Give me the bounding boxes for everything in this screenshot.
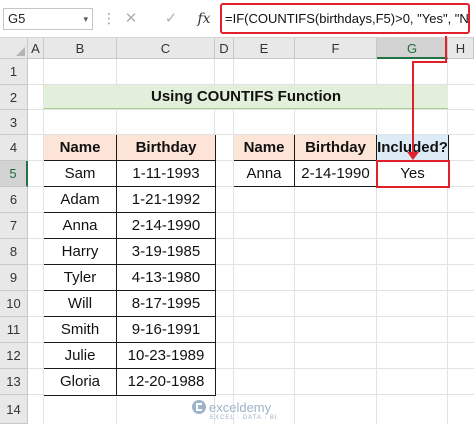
gridline — [294, 59, 295, 424]
birthdays-name-cell[interactable]: Sam — [44, 161, 117, 187]
row-header-3[interactable]: 3 — [0, 110, 28, 135]
birthdays-header-name[interactable]: Name — [44, 135, 117, 161]
column-header-f[interactable]: F — [295, 38, 377, 59]
row-header-6[interactable]: 6 — [0, 187, 28, 213]
birthdays-name-cell[interactable]: Smith — [44, 317, 117, 343]
lookup-birthday-cell[interactable]: 2-14-1990 — [295, 161, 377, 187]
birthdays-date-cell[interactable]: 1-21-1992 — [117, 187, 216, 213]
gridline — [233, 59, 234, 424]
birthdays-name-cell[interactable]: Julie — [44, 343, 117, 369]
formula-input[interactable]: =IF(COUNTIFS(birthdays,F5)>0, "Yes", "No… — [220, 3, 470, 34]
row-header-4[interactable]: 4 — [0, 135, 28, 161]
column-header-c[interactable]: C — [117, 38, 215, 59]
birthdays-name-cell[interactable]: Adam — [44, 187, 117, 213]
birthdays-date-cell[interactable]: 9-16-1991 — [117, 317, 216, 343]
birthdays-date-cell[interactable]: 1-11-1993 — [117, 161, 216, 187]
column-header-e[interactable]: E — [234, 38, 295, 59]
insert-function-icon[interactable]: fx — [193, 8, 215, 30]
birthdays-name-cell[interactable]: Anna — [44, 213, 117, 239]
column-header-g[interactable]: G — [377, 38, 448, 59]
row-header-1[interactable]: 1 — [0, 59, 28, 85]
sheet-title[interactable]: Using COUNTIFS Function — [44, 85, 448, 109]
more-options-icon[interactable]: ⋮ — [102, 9, 116, 27]
birthdays-date-cell[interactable]: 12-20-1988 — [117, 369, 216, 396]
chevron-down-icon[interactable]: ▾ — [83, 9, 88, 29]
column-header-b[interactable]: B — [44, 38, 117, 59]
name-box-value: G5 — [8, 11, 26, 26]
birthdays-date-cell[interactable]: 3-19-1985 — [117, 239, 216, 265]
row-header-5[interactable]: 5 — [0, 161, 28, 187]
row-header-14[interactable]: 14 — [0, 395, 28, 424]
birthdays-name-cell[interactable]: Tyler — [44, 265, 117, 291]
row-header-9[interactable]: 9 — [0, 265, 28, 291]
row-header-7[interactable]: 7 — [0, 213, 28, 239]
row-header-8[interactable]: 8 — [0, 239, 28, 265]
row-header-12[interactable]: 12 — [0, 343, 28, 369]
formula-bar: G5 ▾ ⋮ ✕ ✓ fx =IF(COUNTIFS(birthdays,F5)… — [0, 0, 474, 38]
column-header-h[interactable]: H — [448, 38, 474, 59]
birthdays-date-cell[interactable]: 2-14-1990 — [117, 213, 216, 239]
birthdays-name-cell[interactable]: Harry — [44, 239, 117, 265]
birthdays-date-cell[interactable]: 10-23-1989 — [117, 343, 216, 369]
column-header-a[interactable]: A — [28, 38, 44, 59]
select-all-button[interactable] — [0, 38, 28, 59]
enter-icon[interactable]: ✓ — [160, 8, 182, 30]
gridline — [28, 109, 474, 110]
row-header-10[interactable]: 10 — [0, 291, 28, 317]
watermark: exceldemy EXCEL · DATA · BI — [192, 398, 278, 421]
lookup-name-cell[interactable]: Anna — [234, 161, 295, 187]
cancel-icon[interactable]: ✕ — [120, 8, 142, 30]
gridline — [447, 59, 448, 424]
row-header-11[interactable]: 11 — [0, 317, 28, 343]
birthdays-date-cell[interactable]: 4-13-1980 — [117, 265, 216, 291]
select-all-icon — [16, 47, 25, 56]
gridline — [376, 59, 377, 424]
row-header-2[interactable]: 2 — [0, 85, 28, 110]
birthdays-name-cell[interactable]: Gloria — [44, 369, 117, 396]
birthdays-header-birthday[interactable]: Birthday — [117, 135, 216, 161]
active-cell-highlight — [376, 160, 450, 188]
watermark-tagline: EXCEL · DATA · BI — [210, 415, 278, 421]
name-box[interactable]: G5 ▾ — [3, 8, 93, 30]
exceldemy-logo-icon — [192, 400, 206, 414]
watermark-brand: exceldemy — [209, 400, 272, 415]
lookup-header-name[interactable]: Name — [234, 135, 295, 161]
birthdays-date-cell[interactable]: 8-17-1995 — [117, 291, 216, 317]
row-header-13[interactable]: 13 — [0, 369, 28, 395]
lookup-header-birthday[interactable]: Birthday — [295, 135, 377, 161]
birthdays-name-cell[interactable]: Will — [44, 291, 117, 317]
column-header-d[interactable]: D — [215, 38, 234, 59]
lookup-header-included[interactable]: Included? — [377, 135, 449, 161]
worksheet-grid: A B C D E F G H 1 2 3 4 5 6 7 8 9 10 11 … — [0, 38, 474, 424]
